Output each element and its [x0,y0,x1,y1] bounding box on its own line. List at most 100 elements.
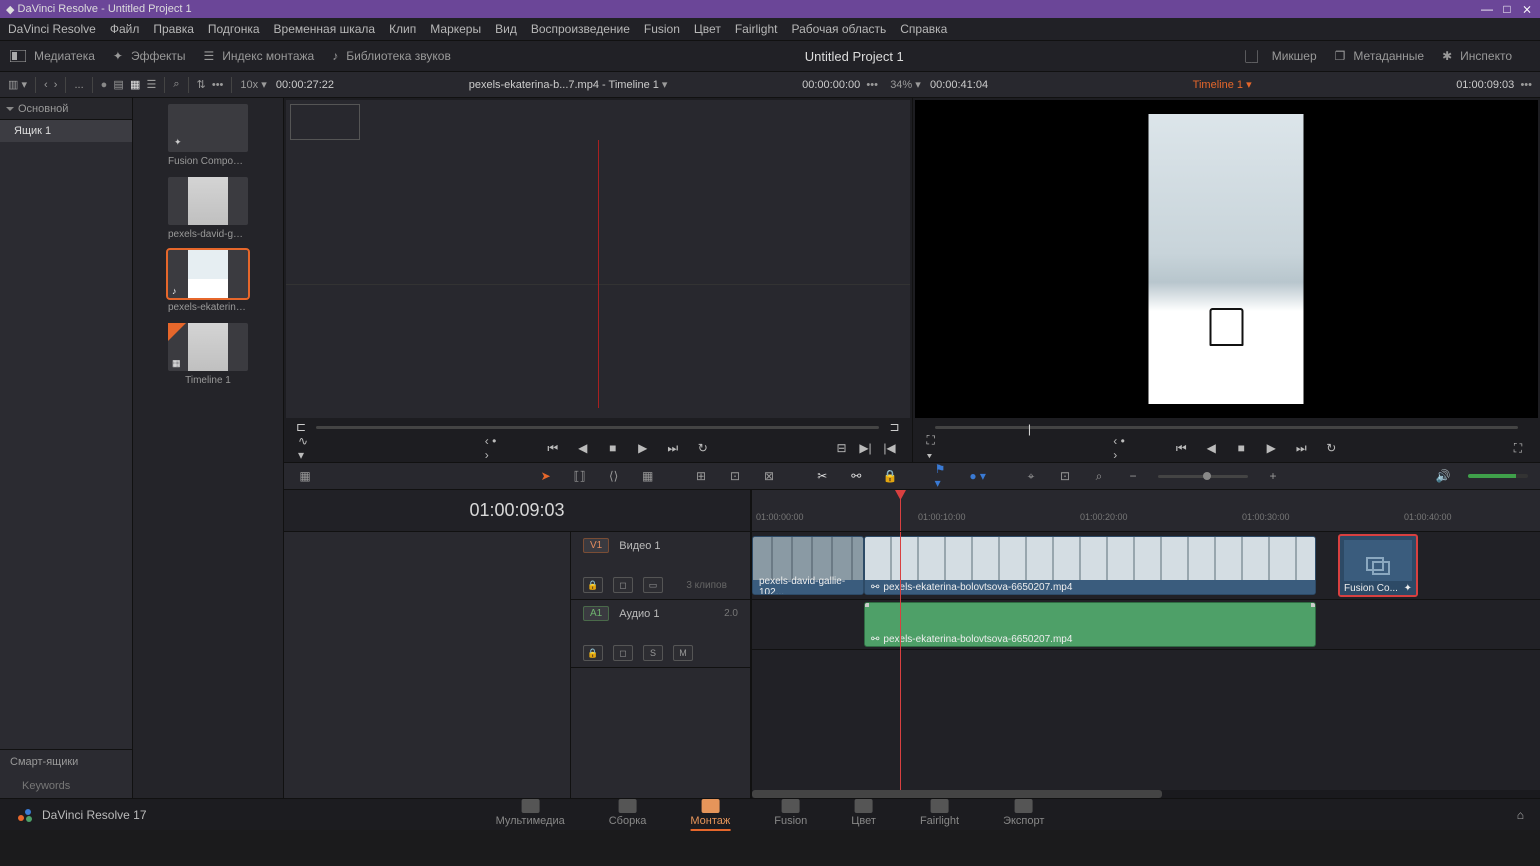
dynamic-trim-icon[interactable]: ⟨⟩ [605,467,623,485]
loop-icon[interactable]: ↻ [1323,440,1339,456]
page-edit[interactable]: Монтаж [690,799,730,831]
page-deliver[interactable]: Экспорт [1003,799,1044,831]
page-fairlight[interactable]: Fairlight [920,799,959,831]
stop-icon[interactable]: ■ [1233,440,1249,456]
menu-markers[interactable]: Маркеры [430,22,481,36]
loop-icon[interactable]: ↻ [695,440,711,456]
step-back-icon[interactable]: ◀ [1203,440,1219,456]
media-pool-icon[interactable] [10,50,26,62]
video-track[interactable]: pexels-david-gallie-102... ⚯pexels-ekate… [752,532,1540,600]
menu-playback[interactable]: Воспроизведение [531,22,630,36]
viewer-zoom[interactable]: 34% [890,79,912,91]
tl-more-icon[interactable]: ••• [1520,79,1532,91]
effects-icon[interactable]: ✦ [113,49,123,63]
video-clip[interactable]: ⚯pexels-ekaterina-bolovtsova-6650207.mp4 [864,536,1316,595]
match-frame-icon[interactable]: ⊟ [834,440,850,456]
auto-select-icon[interactable]: ◻ [613,577,633,593]
clip-thumb-fusion[interactable]: ✦ [168,104,248,152]
sound-lib-label[interactable]: Библиотека звуков [346,49,451,63]
mixer-label[interactable]: Микшер [1272,49,1317,63]
nav-back-icon[interactable]: ‹ [44,79,48,91]
last-frame-icon[interactable]: ⏭ [1293,440,1309,456]
menu-davinci[interactable]: DaVinci Resolve [8,22,96,36]
marker-icon[interactable]: ● ▾ [969,467,987,485]
snap-icon[interactable]: ⌖ [1022,467,1040,485]
playback-speed[interactable]: 10x [240,79,258,91]
metadata-label[interactable]: Метаданные [1353,49,1424,63]
audio-track-header[interactable]: A1Аудио 12.0 🔒◻SM [571,600,750,668]
video-clip[interactable]: pexels-david-gallie-102... [752,536,864,595]
stop-icon[interactable]: ■ [605,440,621,456]
timeline-canvas[interactable] [915,100,1539,418]
disable-track-icon[interactable]: ▭ [643,577,663,593]
zoom-minus-icon[interactable]: − [1124,467,1142,485]
blade-tool-icon[interactable]: ▦ [639,467,657,485]
in-out-next-icon[interactable]: ▶| [858,440,874,456]
smart-bins-label[interactable]: Смарт-ящики [0,750,132,774]
menu-timeline[interactable]: Временная шкала [274,22,376,36]
edit-index-icon[interactable]: ☰ [204,49,215,63]
page-fusion[interactable]: Fusion [774,799,807,831]
menu-view[interactable]: Вид [495,22,517,36]
source-scrubber[interactable]: ⊏⊐ [284,420,912,434]
flag-icon[interactable]: ⚑ ▾ [935,467,953,485]
menu-file[interactable]: Файл [110,22,140,36]
metadata-icon[interactable]: ❐ [1335,49,1346,63]
inspector-icon[interactable]: ✱ [1442,49,1452,63]
inspector-label[interactable]: Инспекто [1460,49,1512,63]
menu-clip[interactable]: Клип [389,22,416,36]
clip-thumb-david[interactable] [168,177,248,225]
video-track-header[interactable]: V1Видео 1 🔒◻▭ 3 клипов [571,532,750,600]
first-frame-icon[interactable]: ⏮ [545,440,561,456]
edit-index-label[interactable]: Индекс монтажа [222,49,314,63]
source-canvas[interactable] [286,100,910,418]
clip-thumb-timeline[interactable]: ▦ [168,323,248,371]
record-icon[interactable]: ● [101,79,108,91]
solo-icon[interactable]: S [643,645,663,661]
fusion-clip[interactable]: Fusion Co...✦ [1338,534,1418,597]
source-clip-title[interactable]: pexels-ekaterina-b...7.mp4 - Timeline 1 [469,79,659,91]
view-grid-icon[interactable]: ▦ [130,78,140,91]
playhead[interactable] [900,490,901,531]
replace-clip-icon[interactable]: ⊠ [760,467,778,485]
selection-tool-icon[interactable]: ➤ [537,467,555,485]
trim-tool-icon[interactable]: ⟦⟧ [571,467,589,485]
menu-edit[interactable]: Правка [153,22,194,36]
keywords-bin[interactable]: Keywords [0,774,132,798]
lock-track-icon[interactable]: 🔒 [583,577,603,593]
sound-lib-icon[interactable]: ♪ [332,49,338,63]
nav-prev-dot[interactable]: ‹ • › [485,440,501,456]
clip-thumb-ekaterina[interactable]: ♪ [168,250,248,298]
razor-icon[interactable]: ✂ [813,467,831,485]
step-back-icon[interactable]: ◀ [575,440,591,456]
zoom-fit-icon[interactable]: ⊡ [1056,467,1074,485]
timeline-scrubber[interactable]: | [913,420,1540,434]
auto-select-icon[interactable]: ◻ [613,645,633,661]
page-cut[interactable]: Сборка [609,799,647,831]
page-media[interactable]: Мультимедиа [496,799,565,831]
lock-track-icon[interactable]: 🔒 [583,645,603,661]
zoom-slider[interactable] [1158,475,1248,478]
expand-icon[interactable]: ⛶ [1510,440,1526,456]
menu-fusion[interactable]: Fusion [644,22,680,36]
bin-item[interactable]: Ящик 1 [0,120,132,142]
zoom-detail-icon[interactable]: ⌕ [1090,467,1108,485]
timeline-ruler[interactable]: 01:00:00:00 01:00:10:00 01:00:20:00 01:0… [752,490,1540,532]
sort-icon[interactable]: ⇅ [197,78,206,91]
insert-clip-icon[interactable]: ⊞ [692,467,710,485]
volume-slider[interactable] [1468,474,1528,478]
timeline-tracks[interactable]: 01:00:00:00 01:00:10:00 01:00:20:00 01:0… [752,490,1540,798]
view-strip-icon[interactable]: ▤ [113,78,123,91]
in-out-prev-icon[interactable]: |◀ [882,440,898,456]
play-icon[interactable]: ▶ [635,440,651,456]
menu-fairlight[interactable]: Fairlight [735,22,778,36]
link-icon[interactable]: ⚯ [847,467,865,485]
menu-workspace[interactable]: Рабочая область [792,22,887,36]
master-bin-header[interactable]: Основной [0,98,132,120]
video-track-tag[interactable]: V1 [583,538,609,553]
overwrite-clip-icon[interactable]: ⊡ [726,467,744,485]
menu-color[interactable]: Цвет [694,22,721,36]
volume-icon[interactable]: 🔊 [1434,467,1452,485]
first-frame-icon[interactable]: ⏮ [1173,440,1189,456]
media-pool-label[interactable]: Медиатека [34,49,95,63]
